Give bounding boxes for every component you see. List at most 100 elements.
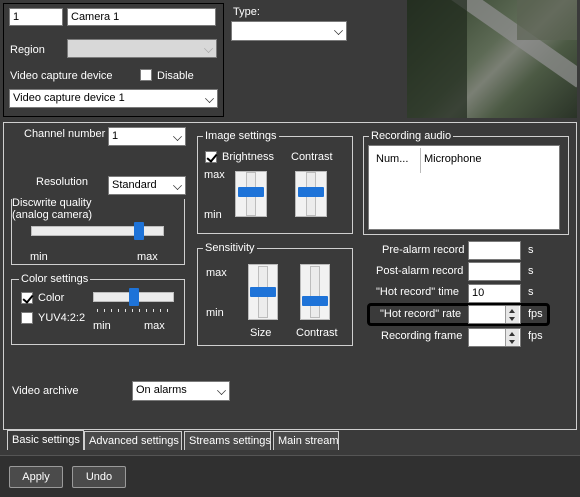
image-settings-title: Image settings	[203, 129, 279, 143]
slider-tick	[132, 309, 133, 312]
disable-checkbox[interactable]	[140, 69, 152, 81]
video-archive-value: On alarms	[136, 384, 187, 396]
discwrite-min-label: min	[30, 251, 48, 263]
column-divider	[420, 148, 421, 173]
spin-up-icon[interactable]	[509, 309, 515, 313]
contrast-slider-thumb[interactable]	[298, 187, 324, 198]
color-slider-max-label: max	[144, 320, 165, 332]
post-alarm-field[interactable]	[468, 262, 521, 281]
chevron-down-icon	[205, 94, 214, 103]
hot-record-time-unit: s	[528, 286, 534, 298]
pre-alarm-label: Pre-alarm record	[382, 244, 465, 256]
tab-basic-settings[interactable]: Basic settings	[7, 430, 84, 450]
image-max-label: max	[204, 169, 225, 181]
pre-alarm-unit: s	[528, 244, 534, 256]
brightness-checkbox[interactable]	[205, 151, 217, 163]
spin-down-icon[interactable]	[509, 317, 515, 321]
color-label: Color	[38, 292, 65, 304]
tab-main-stream[interactable]: Main stream	[273, 431, 339, 450]
recording-frame-spinner[interactable]	[505, 329, 519, 346]
region-label: Region	[10, 44, 45, 56]
resolution-label: Resolution	[36, 176, 88, 188]
disable-label: Disable	[157, 70, 194, 82]
size-label: Size	[250, 327, 272, 339]
chevron-down-icon	[334, 26, 343, 35]
resolution-value: Standard	[112, 179, 157, 191]
discwrite-quality-sublabel: (analog camera)	[12, 209, 93, 221]
sensitivity-min-label: min	[206, 307, 224, 319]
apply-button[interactable]: Apply	[9, 466, 63, 488]
color-settings-title: Color settings	[19, 272, 91, 286]
slider-tick	[118, 309, 119, 312]
microphone-list[interactable]: Num... Microphone	[368, 145, 560, 230]
recording-frame-label: Recording frame	[381, 330, 463, 342]
slider-tick	[146, 309, 147, 312]
slider-tick	[139, 309, 140, 312]
sensitivity-max-label: max	[206, 267, 227, 279]
contrast-label: Contrast	[291, 151, 333, 163]
brightness-label: Brightness	[222, 151, 274, 163]
type-label: Type:	[233, 6, 260, 18]
video-archive-select[interactable]: On alarms	[132, 381, 230, 401]
sensitivity-title: Sensitivity	[203, 241, 257, 255]
col-num-header[interactable]: Num...	[376, 152, 408, 166]
video-archive-label: Video archive	[12, 385, 79, 397]
brightness-slider-thumb[interactable]	[238, 187, 264, 198]
col-microphone-header[interactable]: Microphone	[424, 152, 481, 166]
slider-tick	[160, 309, 161, 312]
slider-tick	[111, 309, 112, 312]
discwrite-quality-thumb[interactable]	[134, 222, 145, 240]
type-select[interactable]	[231, 21, 347, 41]
sens-contrast-slider-track[interactable]	[310, 266, 320, 318]
sens-contrast-slider-thumb[interactable]	[302, 296, 328, 307]
yuv422-checkbox[interactable]	[21, 312, 33, 324]
image-min-label: min	[204, 209, 222, 221]
video-capture-label: Video capture device	[10, 70, 113, 82]
hot-record-rate-spinner[interactable]	[505, 306, 519, 323]
recording-frame-unit: fps	[528, 330, 543, 342]
sens-contrast-label: Contrast	[296, 327, 338, 339]
hot-record-time-label: "Hot record" time	[376, 286, 459, 298]
chevron-down-icon	[173, 132, 182, 141]
color-checkbox[interactable]	[21, 292, 33, 304]
color-slider-min-label: min	[93, 320, 111, 332]
undo-button[interactable]: Undo	[72, 466, 126, 488]
preview-hill	[517, 0, 577, 40]
discwrite-quality-track[interactable]	[31, 226, 164, 236]
preview-trees	[407, 0, 467, 118]
color-slider-ticks	[97, 309, 169, 312]
slider-tick	[104, 309, 105, 312]
camera-number-field[interactable]: 1	[9, 8, 63, 26]
video-capture-device-select[interactable]: Video capture device 1	[9, 89, 218, 108]
recording-audio-title: Recording audio	[369, 129, 454, 143]
channel-number-select[interactable]: 1	[108, 127, 186, 146]
resolution-select[interactable]: Standard	[108, 176, 186, 195]
device-value: Video capture device 1	[13, 92, 125, 104]
tab-streams-settings[interactable]: Streams settings	[184, 431, 271, 450]
tab-advanced-settings[interactable]: Advanced settings	[84, 431, 182, 450]
hot-record-rate-field[interactable]	[468, 305, 521, 324]
yuv422-label: YUV4:2:2	[38, 312, 86, 324]
hot-record-rate-unit: fps	[528, 308, 543, 320]
camera-name-field[interactable]: Camera 1	[67, 8, 216, 26]
chevron-down-icon	[217, 386, 226, 395]
region-select[interactable]	[67, 39, 217, 58]
pre-alarm-field[interactable]	[468, 241, 521, 260]
spin-down-icon[interactable]	[509, 340, 515, 344]
size-slider-thumb[interactable]	[250, 287, 276, 297]
hot-record-rate-label: "Hot record" rate	[380, 308, 462, 320]
post-alarm-label: Post-alarm record	[376, 265, 464, 277]
spin-up-icon[interactable]	[509, 332, 515, 336]
hot-record-time-field[interactable]: 10	[468, 284, 521, 303]
chevron-down-icon	[204, 44, 213, 53]
post-alarm-unit: s	[528, 265, 534, 277]
slider-tick	[97, 309, 98, 312]
slider-tick	[153, 309, 154, 312]
slider-tick	[167, 309, 168, 312]
color-slider-thumb[interactable]	[128, 288, 139, 306]
channel-number-label: Channel number	[24, 128, 106, 140]
camera-preview	[407, 0, 577, 118]
chevron-down-icon	[173, 181, 182, 190]
recording-frame-field[interactable]	[468, 328, 521, 347]
slider-tick	[125, 309, 126, 312]
